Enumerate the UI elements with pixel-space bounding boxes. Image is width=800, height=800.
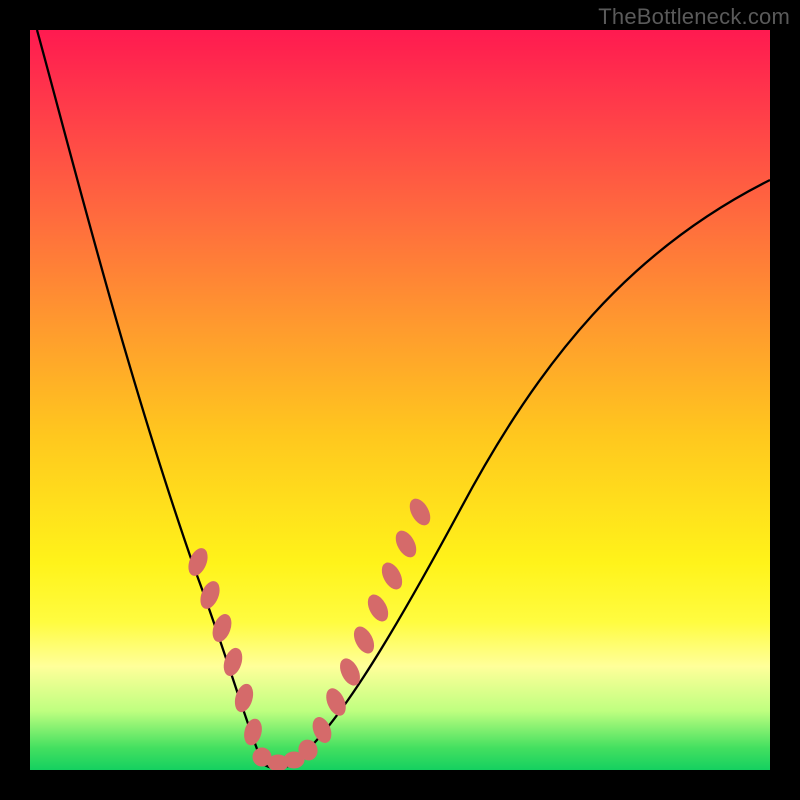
bottleneck-curve xyxy=(37,30,770,768)
watermark-text: TheBottleneck.com xyxy=(598,4,790,30)
plot-area xyxy=(30,30,770,770)
highlight-markers xyxy=(185,496,433,770)
curve-layer xyxy=(30,30,770,770)
chart-container: TheBottleneck.com xyxy=(0,0,800,800)
